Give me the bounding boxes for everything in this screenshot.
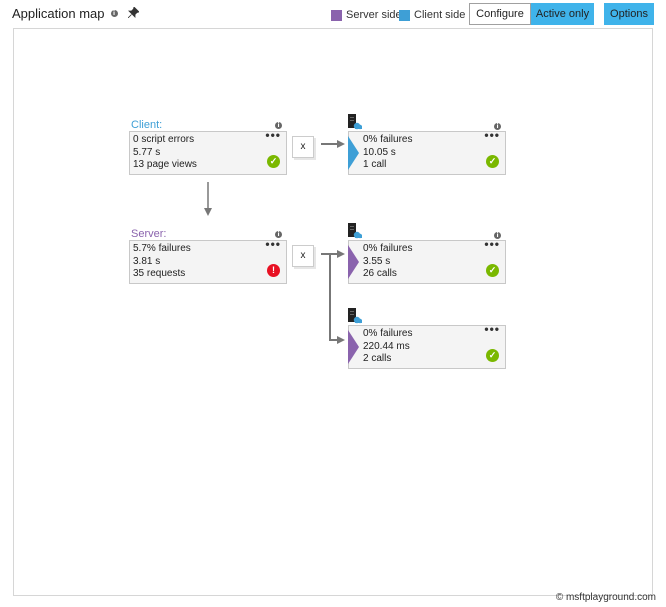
server-requests: 35 requests <box>133 268 186 279</box>
client-duration: 5.77 s <box>133 146 161 158</box>
dep2-calls: 26 calls <box>363 268 397 279</box>
dependency-server-cloud-icon <box>348 223 362 239</box>
dep2-more-button[interactable]: ••• <box>484 238 500 251</box>
server-side-marker <box>348 245 359 279</box>
server-duration: 3.81 s <box>133 255 161 267</box>
dependency-node-2[interactable]: 0% failures 3.55 s 26 calls ••• ✓ <box>348 238 506 284</box>
server-label: Server: <box>131 228 167 240</box>
server-failures: 5.7% failures <box>133 243 191 254</box>
dep3-calls: 2 calls <box>363 353 392 364</box>
server-connector-x[interactable]: x <box>292 245 314 267</box>
dep1-status-ok-icon: ✓ <box>486 155 499 168</box>
dep3-more-button[interactable]: ••• <box>484 323 500 336</box>
dependency-server-cloud-icon <box>348 114 362 130</box>
dep1-duration: 10.05 s <box>363 146 396 158</box>
dep2-status-ok-icon: ✓ <box>486 264 499 277</box>
server-side-marker <box>348 330 359 364</box>
client-connector-x[interactable]: x <box>292 136 314 158</box>
dep3-duration: 220.44 ms <box>363 340 410 352</box>
connection-arrows <box>204 140 345 344</box>
client-node[interactable]: 0 script errors 5.77 s 13 page views •••… <box>129 129 287 175</box>
dependency-node-1[interactable]: 0% failures 10.05 s 1 call ••• ✓ <box>348 129 506 175</box>
dependency-node-3[interactable]: 0% failures 220.44 ms 2 calls ••• ✓ <box>348 323 506 369</box>
server-to-dep3-arrow <box>329 254 345 344</box>
client-page-views: 13 page views <box>133 159 197 170</box>
dep3-failures: 0% failures <box>363 328 413 339</box>
server-node[interactable]: 5.7% failures 3.81 s 35 requests ••• ! <box>129 238 287 284</box>
dep2-failures: 0% failures <box>363 243 413 254</box>
copyright-watermark: © msftplayground.com <box>555 592 656 603</box>
client-status-ok-icon: ✓ <box>267 155 280 168</box>
dep3-status-ok-icon: ✓ <box>486 349 499 362</box>
client-label: Client: <box>131 119 163 131</box>
server-more-button[interactable]: ••• <box>265 238 281 251</box>
client-errors: 0 script errors <box>133 134 195 145</box>
client-more-button[interactable]: ••• <box>265 129 281 142</box>
dep1-failures: 0% failures <box>363 134 413 145</box>
client-side-marker <box>348 136 359 170</box>
dep1-calls: 1 call <box>363 159 387 170</box>
server-status-error-icon: ! <box>267 264 280 277</box>
dep1-more-button[interactable]: ••• <box>484 129 500 142</box>
dep2-duration: 3.55 s <box>363 255 391 267</box>
dependency-server-cloud-icon <box>348 308 362 324</box>
